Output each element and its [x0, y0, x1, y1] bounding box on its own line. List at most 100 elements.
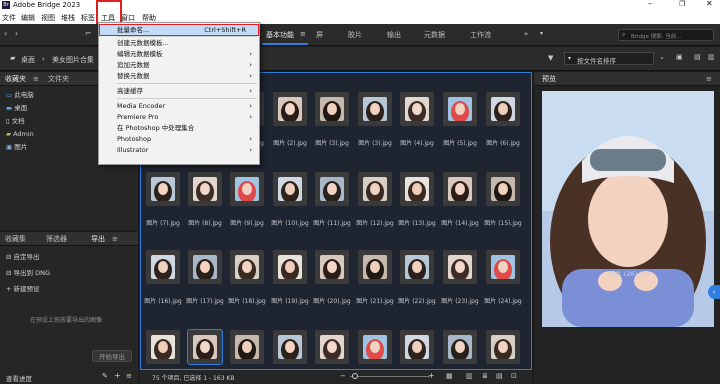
tools-menu-item[interactable]: 替换元数据 › [100, 71, 258, 81]
thumbnail[interactable] [230, 330, 264, 364]
start-export-button[interactable]: 开始导出 [92, 350, 132, 362]
menu-view[interactable]: 视图 [41, 13, 55, 23]
delete-icon[interactable]: ▥ [708, 54, 715, 61]
zoom-slider[interactable] [350, 376, 430, 377]
close-button[interactable]: ✕ [706, 0, 713, 8]
tools-menu-item[interactable]: Illustrator › [100, 145, 258, 155]
thumbnail[interactable] [146, 250, 180, 284]
tab-filter[interactable]: 筛选器 [46, 232, 67, 246]
menu-edit[interactable]: 编辑 [21, 13, 35, 23]
menu-label[interactable]: 标签 [81, 13, 95, 23]
boomerang-icon[interactable]: ⌐ [85, 30, 92, 38]
add-icon[interactable]: + [114, 371, 121, 380]
lock-icon[interactable]: ⊡ [511, 372, 517, 380]
fav-item-documents[interactable]: ▯ 文档 [6, 116, 25, 127]
thumbnail[interactable] [315, 250, 349, 284]
thumbnail[interactable] [188, 172, 222, 206]
workspace-essentials[interactable]: 基本功能 [266, 28, 294, 42]
tab-favorites-menu-icon[interactable]: ≡ [33, 72, 39, 86]
tab-favorites[interactable]: 收藏夹 [5, 72, 26, 86]
fav-item-desktop[interactable]: ▬ 桌面 [6, 103, 27, 114]
fav-item-this-pc[interactable]: ▭ 此电脑 [6, 90, 34, 101]
thumbnail[interactable] [188, 250, 222, 284]
thumbnail[interactable] [443, 250, 477, 284]
maximize-button[interactable]: ❐ [679, 0, 685, 8]
thumbnail[interactable] [400, 250, 434, 284]
thumbnail[interactable] [146, 330, 180, 364]
preview-menu-icon[interactable]: ≡ [706, 72, 712, 86]
thumbnail[interactable] [443, 172, 477, 206]
forward-icon[interactable]: › [15, 30, 18, 38]
preview-image[interactable] [542, 91, 714, 327]
sort-dropdown[interactable]: ▾ 按文件名排序 [564, 52, 654, 65]
filter-icon[interactable]: ▼ [548, 55, 553, 62]
minimize-button[interactable]: – [648, 0, 652, 8]
thumbnail[interactable] [400, 172, 434, 206]
fav-item-admin[interactable]: ▰ Admin [6, 129, 34, 140]
workspace-metadata[interactable]: 元数据 [424, 28, 445, 42]
export-custom[interactable]: ⊟ 自定导出 [6, 252, 40, 263]
export-dng[interactable]: ⊟ 导出到 DNG [6, 268, 50, 279]
thumbnail[interactable] [486, 250, 520, 284]
thumbnail[interactable] [230, 250, 264, 284]
thumbnail[interactable] [273, 172, 307, 206]
thumbnail[interactable] [443, 330, 477, 364]
fav-item-pictures[interactable]: ▣ 图片 [6, 142, 27, 153]
thumbnail[interactable] [443, 92, 477, 126]
new-folder-icon[interactable]: ▤ [694, 54, 701, 61]
zoom-in-icon[interactable]: + [428, 371, 435, 380]
thumbnail[interactable] [230, 172, 264, 206]
progress-label[interactable]: 查看进度 [6, 373, 32, 383]
sort-direction-icon[interactable]: ⌄ [659, 54, 665, 61]
back-icon[interactable]: ‹ [4, 30, 7, 38]
breadcrumb-desktop[interactable]: 桌面 [21, 55, 35, 65]
thumbnail[interactable] [486, 330, 520, 364]
zoom-slider-thumb[interactable] [352, 373, 358, 379]
thumbnail[interactable] [486, 92, 520, 126]
menu-file[interactable]: 文件 [2, 13, 16, 23]
tab-collections[interactable]: 收藏集 [5, 232, 26, 246]
workspace-item-1[interactable]: 屏 [316, 28, 323, 42]
workspace-filmstrip[interactable]: 胶片 [348, 28, 362, 42]
thumbnail[interactable] [400, 330, 434, 364]
breadcrumb-folder[interactable]: 美女图片合集 [52, 55, 94, 65]
preview-panel-toggle[interactable]: ‹ [708, 285, 720, 299]
detail-view-icon[interactable]: ≣ [482, 372, 488, 380]
thumbnail[interactable] [315, 92, 349, 126]
tools-menu-item[interactable]: 编辑元数据模板 › [100, 49, 258, 59]
edit-icon[interactable]: ✎ [102, 372, 108, 380]
thumbnail[interactable] [273, 250, 307, 284]
workspace-output[interactable]: 输出 [387, 28, 401, 42]
zoom-out-icon[interactable]: − [340, 372, 346, 380]
workspace-dropdown-icon[interactable]: ▾ [540, 31, 543, 37]
tools-menu-item[interactable]: 创建元数据模板... [100, 38, 258, 48]
thumbnail[interactable] [187, 329, 223, 365]
thumbnail[interactable] [400, 92, 434, 126]
search-input[interactable]: ⌕ Bridge 搜索: 当前... [618, 29, 714, 41]
thumbnail[interactable] [273, 330, 307, 364]
more-workspaces-icon[interactable]: » [524, 31, 528, 38]
tools-menu-item[interactable]: 在 Photoshop 中处理集合 [100, 123, 258, 133]
menu-stack[interactable]: 堆栈 [61, 13, 75, 23]
thumbnail[interactable] [358, 250, 392, 284]
thumbnail[interactable] [146, 172, 180, 206]
list-view-icon[interactable]: ▥ [466, 372, 473, 380]
tab-folders[interactable]: 文件夹 [48, 72, 69, 86]
tab-export[interactable]: 导出 [91, 232, 105, 246]
tools-menu-item[interactable]: Photoshop › [100, 134, 258, 144]
thumbnail[interactable] [273, 92, 307, 126]
panel-menu-icon[interactable]: ≡ [126, 372, 132, 380]
export-menu-icon[interactable]: ≡ [112, 232, 118, 246]
open-recent-icon[interactable]: ▣ [676, 54, 683, 61]
thumbnail[interactable] [486, 172, 520, 206]
thumbnail[interactable] [315, 330, 349, 364]
thumbnail[interactable] [358, 92, 392, 126]
workspace-workflow[interactable]: 工作流 [470, 28, 491, 42]
thumbnail[interactable] [315, 172, 349, 206]
workspace-menu-icon[interactable]: ≡ [300, 31, 306, 38]
new-preset[interactable]: + 新建预设 [6, 284, 40, 295]
tools-menu-item[interactable]: Premiere Pro › [100, 112, 258, 122]
thumbnail[interactable] [358, 330, 392, 364]
tools-menu-item[interactable]: 追加元数据 › [100, 60, 258, 70]
tab-preview[interactable]: 预览 [542, 72, 556, 86]
